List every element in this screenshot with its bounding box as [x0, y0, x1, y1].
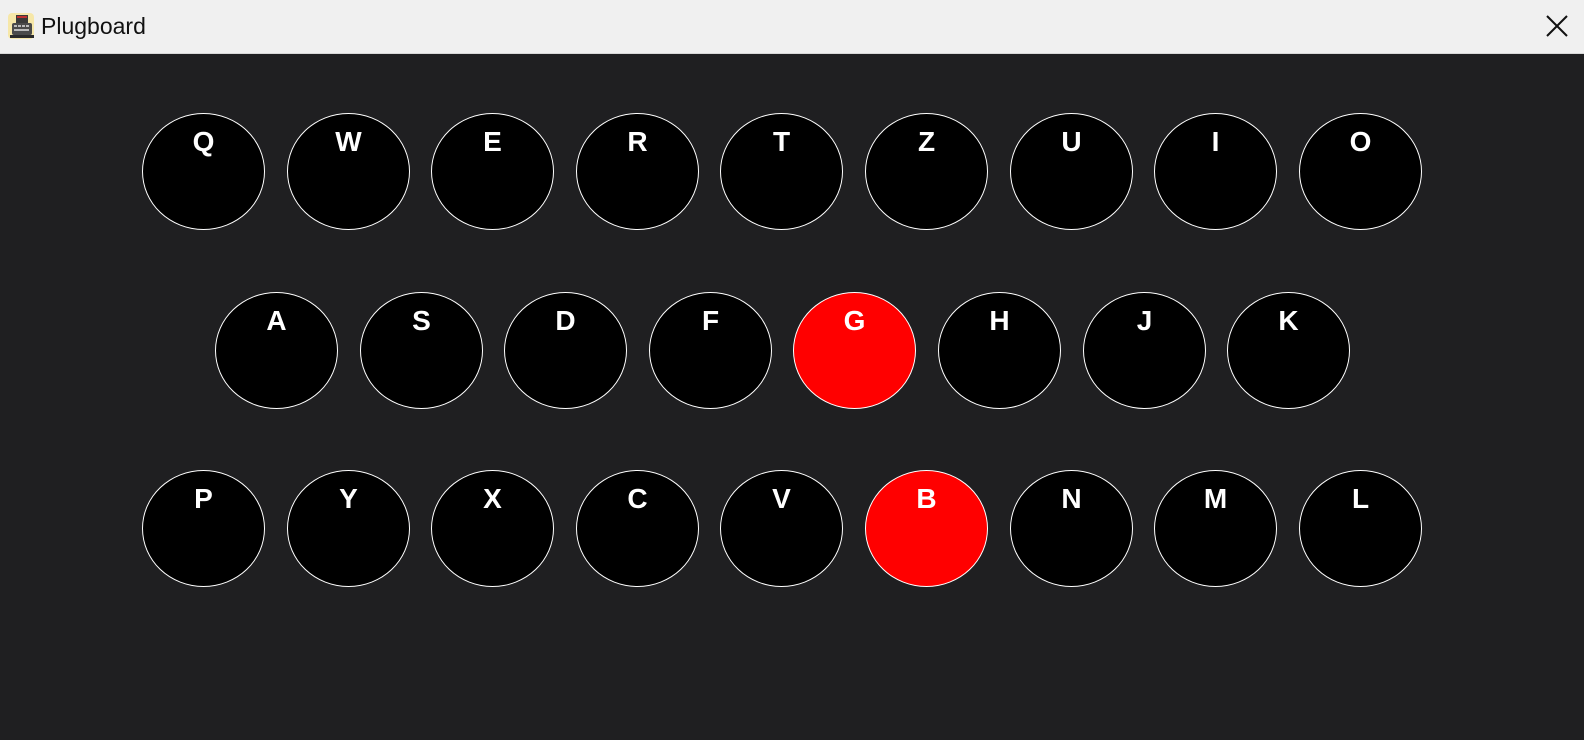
plug-label: S: [412, 305, 431, 336]
plug-z[interactable]: Z: [865, 113, 988, 230]
plug-label: M: [1203, 483, 1228, 514]
plug-l[interactable]: L: [1299, 470, 1422, 587]
window-title: Plugboard: [41, 13, 146, 39]
plug-label: B: [916, 483, 937, 514]
close-button[interactable]: [1530, 0, 1584, 54]
plug-label: I: [1211, 126, 1220, 157]
plug-label: U: [1061, 126, 1082, 157]
plug-b[interactable]: B: [865, 470, 988, 587]
plug-label: O: [1349, 126, 1372, 157]
plug-q[interactable]: Q: [142, 113, 265, 230]
plug-v[interactable]: V: [720, 470, 843, 587]
plug-label: G: [843, 305, 866, 336]
plug-label: D: [555, 305, 576, 336]
plug-u[interactable]: U: [1010, 113, 1133, 230]
plug-label: Y: [339, 483, 358, 514]
plug-a[interactable]: A: [215, 292, 338, 409]
plug-h[interactable]: H: [938, 292, 1061, 409]
plug-label: F: [701, 305, 720, 336]
plug-label: J: [1136, 305, 1153, 336]
plug-m[interactable]: M: [1154, 470, 1277, 587]
plug-w[interactable]: W: [287, 113, 410, 230]
plug-label: P: [194, 483, 213, 514]
plug-o[interactable]: O: [1299, 113, 1422, 230]
typewriter-icon: [6, 11, 36, 41]
plugboard-panel: Q W E R T Z U I O A S D F G H J K P Y X C V B N M L: [0, 54, 1584, 740]
plug-c[interactable]: C: [576, 470, 699, 587]
plug-n[interactable]: N: [1010, 470, 1133, 587]
plug-x[interactable]: X: [431, 470, 554, 587]
plug-label: W: [335, 126, 362, 157]
plug-t[interactable]: T: [720, 113, 843, 230]
plug-label: H: [989, 305, 1010, 336]
plug-label: X: [483, 483, 502, 514]
close-icon: [1546, 15, 1568, 37]
plug-e[interactable]: E: [431, 113, 554, 230]
plug-r[interactable]: R: [576, 113, 699, 230]
plug-label: E: [483, 126, 502, 157]
plug-label: C: [627, 483, 648, 514]
plug-label: T: [772, 126, 791, 157]
plug-f[interactable]: F: [649, 292, 772, 409]
title-bar: Plugboard: [0, 0, 1584, 54]
plug-g[interactable]: G: [793, 292, 916, 409]
plug-label: N: [1061, 483, 1082, 514]
plug-label: A: [266, 305, 287, 336]
plug-label: Q: [192, 126, 215, 157]
plug-label: L: [1351, 483, 1370, 514]
plug-s[interactable]: S: [360, 292, 483, 409]
plug-label: K: [1278, 305, 1299, 336]
plug-k[interactable]: K: [1227, 292, 1350, 409]
plug-j[interactable]: J: [1083, 292, 1206, 409]
plug-i[interactable]: I: [1154, 113, 1277, 230]
plug-label: V: [772, 483, 791, 514]
plug-label: R: [627, 126, 648, 157]
plug-label: Z: [917, 126, 936, 157]
plug-y[interactable]: Y: [287, 470, 410, 587]
plug-d[interactable]: D: [504, 292, 627, 409]
plug-p[interactable]: P: [142, 470, 265, 587]
